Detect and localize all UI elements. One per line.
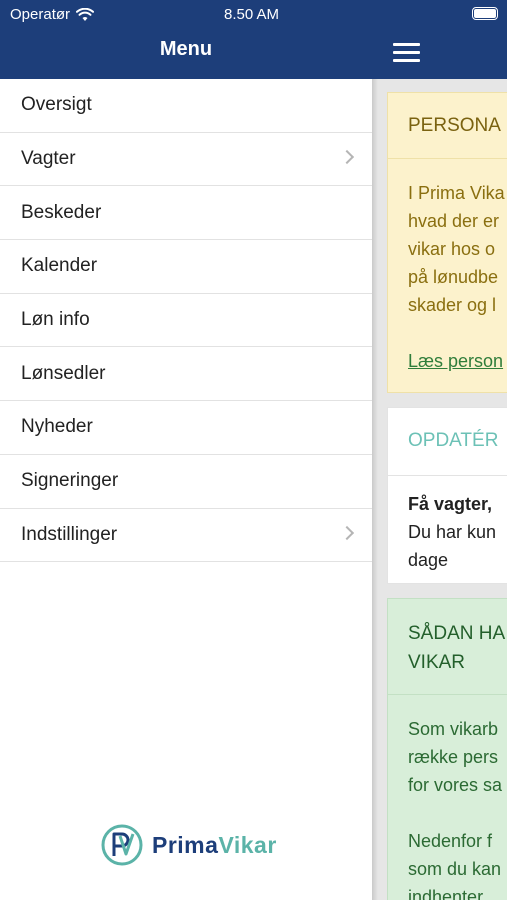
menu-item-label: Kalender [21, 255, 98, 277]
card-text-bold: Få vagter, [408, 494, 493, 514]
menu-item-lonsedler[interactable]: Lønsedler [0, 347, 372, 402]
menu-item-oversigt[interactable]: Oversigt [0, 79, 372, 133]
menu-item-beskeder[interactable]: Beskeder [0, 186, 372, 241]
main-content: PERSONA I Prima Vika hvad der er vikar h… [372, 79, 507, 900]
carrier-name: Operatør [10, 6, 71, 23]
card-text-line: skader og l [408, 295, 497, 315]
menu-item-label: Nyheder [21, 416, 93, 438]
card-text-line: vikar hos o [408, 239, 496, 259]
menu-item-label: Oversigt [21, 94, 92, 116]
how-to-card: SÅDAN HA VIKAR Som vikarb række pers for… [387, 598, 507, 900]
hamburger-menu-icon[interactable] [393, 42, 420, 62]
primavikar-logo: PrimaVikar [100, 823, 277, 867]
card-text-line: I Prima Vika [408, 183, 505, 203]
update-card: OPDATÉR Få vagter, Du har kun dage [387, 407, 507, 584]
chevron-right-icon [339, 525, 355, 540]
menu-item-label: Lønsedler [21, 362, 106, 384]
card-text-line: Som vikarb [408, 719, 499, 739]
menu-item-label: Signeringer [21, 470, 119, 492]
menu-item-lon-info[interactable]: Løn info [0, 294, 372, 348]
card-title: PERSONA [388, 93, 507, 159]
card-text-line: hvad der er [408, 211, 500, 231]
card-body: I Prima Vika hvad der er vikar hos o på … [388, 159, 507, 375]
logo-wordmark: PrimaVikar [152, 832, 277, 859]
side-menu: Oversigt Vagter Beskeder Kalender Løn in… [0, 79, 372, 900]
battery-icon [472, 7, 498, 20]
top-bar: Operatør 8.50 AM Menu [0, 0, 507, 79]
menu-item-indstillinger[interactable]: Indstillinger [0, 509, 372, 563]
logo-wordmark-vikar: Vikar [218, 831, 277, 858]
card-text-line: Nedenfor f [408, 831, 493, 851]
carrier-indicator: Operatør [10, 6, 95, 23]
personal-data-card: PERSONA I Prima Vika hvad der er vikar h… [387, 92, 507, 393]
card-text-line: række pers [408, 747, 499, 767]
menu-item-nyheder[interactable]: Nyheder [0, 401, 372, 455]
menu-item-label: Indstillinger [21, 523, 118, 545]
card-text-line: for vores sa [408, 775, 503, 795]
card-body: Få vagter, Du har kun dage [388, 476, 507, 574]
clock: 8.50 AM [224, 6, 280, 23]
chevron-right-icon [339, 149, 355, 164]
menu-title: Menu [159, 38, 213, 60]
status-bar: Operatør 8.50 AM [0, 0, 507, 28]
menu-item-label: Beskeder [21, 201, 102, 223]
menu-item-label: Vagter [21, 148, 76, 170]
menu-list: Oversigt Vagter Beskeder Kalender Løn in… [0, 79, 372, 563]
card-title: OPDATÉR [388, 408, 507, 476]
menu-item-signeringer[interactable]: Signeringer [0, 455, 372, 509]
read-more-link[interactable]: Læs person [408, 347, 507, 375]
card-title: SÅDAN HA VIKAR [388, 599, 507, 695]
card-text-line: dage [408, 550, 449, 570]
card-text-line: på lønudbe [408, 267, 499, 287]
logo-wordmark-prima: Prima [152, 831, 219, 858]
card-text-line: som du kan [408, 859, 502, 879]
menu-item-kalender[interactable]: Kalender [0, 240, 372, 294]
wifi-icon [76, 7, 95, 21]
primavikar-logo-icon [101, 824, 143, 866]
card-text-line: indhenter [408, 887, 484, 900]
card-text-line: Du har kun [408, 522, 497, 542]
menu-item-vagter[interactable]: Vagter [0, 133, 372, 187]
card-body: Som vikarb række pers for vores sa Neden… [388, 695, 507, 900]
menu-item-label: Løn info [21, 309, 90, 331]
